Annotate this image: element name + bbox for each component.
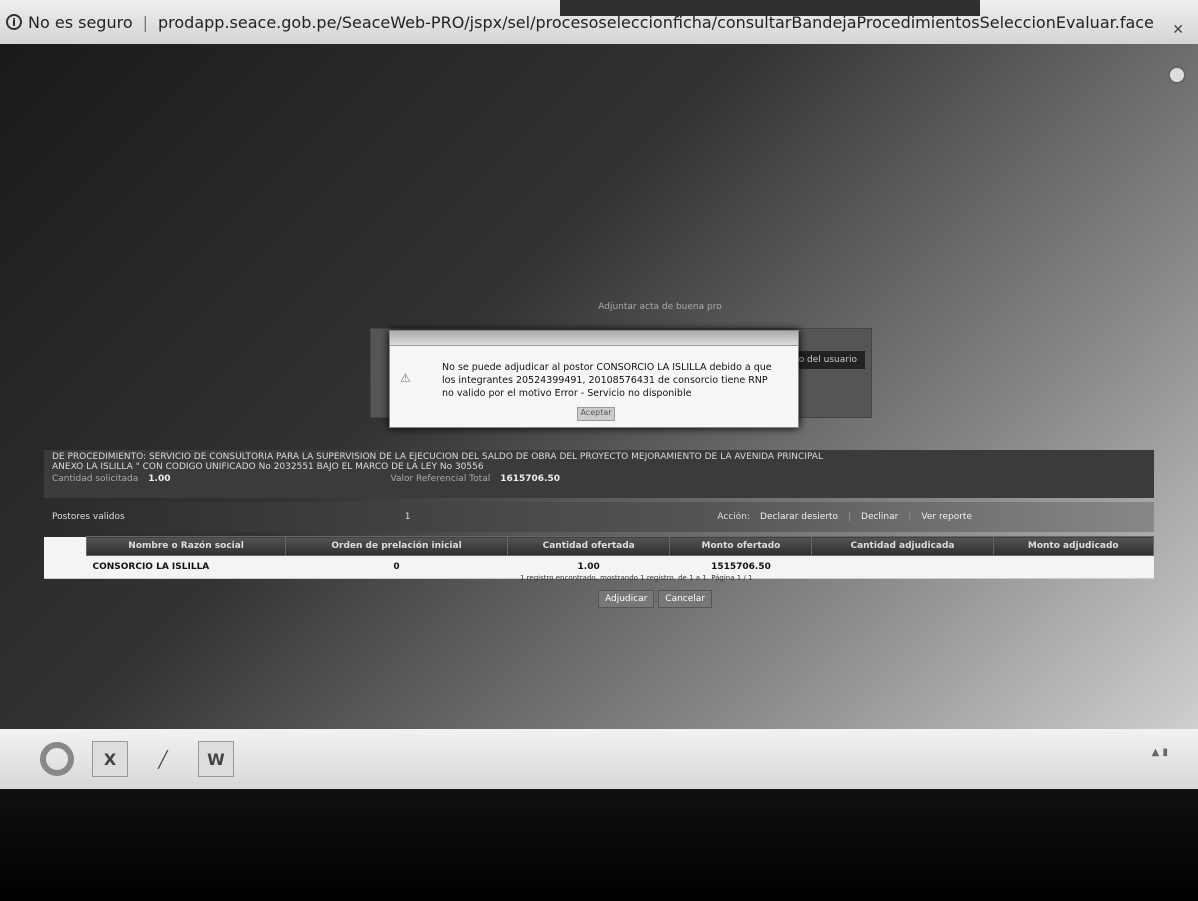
postores-table: Nombre o Razón social Orden de prelación… bbox=[44, 536, 1154, 579]
postores-count: 1 bbox=[404, 512, 411, 522]
taskbar: X ╱ W ▲ ▮ bbox=[0, 729, 1198, 789]
cell-cant-adj[interactable] bbox=[811, 555, 993, 579]
word-icon[interactable]: W bbox=[198, 741, 234, 777]
button-row: Adjudicar Cancelar bbox=[598, 590, 713, 608]
actions-group: Acción: Declarar desierto | Declinar | V… bbox=[717, 510, 976, 524]
warning-icon: ⚠ bbox=[400, 371, 411, 385]
user-button[interactable]: o del usuario bbox=[790, 351, 865, 369]
row-selector-header bbox=[44, 536, 87, 556]
system-tray: ▲ ▮ bbox=[1151, 747, 1168, 758]
close-icon[interactable]: ✕ bbox=[1172, 22, 1184, 38]
action-bar: Postores validos 1 Acción: Declarar desi… bbox=[44, 502, 1154, 532]
cell-monto-adj[interactable] bbox=[993, 555, 1154, 579]
declarar-desierto-button[interactable]: Declarar desierto bbox=[756, 510, 842, 524]
accion-label: Acción: bbox=[717, 512, 751, 522]
cell-orden: 0 bbox=[285, 555, 508, 579]
separator: | bbox=[847, 512, 852, 522]
chrome-icon[interactable] bbox=[40, 742, 74, 776]
excel-icon[interactable]: X bbox=[92, 741, 128, 777]
dialog-header bbox=[390, 331, 798, 346]
col-header-monto-adj: Monto adjudicado bbox=[992, 536, 1154, 556]
process-description: DE PROCEDIMIENTO: SERVICIO DE CONSULTORI… bbox=[52, 452, 823, 462]
error-dialog: ⚠ No se puede adjudicar al postor CONSOR… bbox=[389, 330, 799, 428]
postores-label: Postores validos bbox=[52, 512, 125, 522]
ver-reporte-button[interactable]: Ver reporte bbox=[917, 510, 976, 524]
declinar-button[interactable]: Declinar bbox=[857, 510, 902, 524]
separator: | bbox=[908, 512, 912, 522]
paint-icon[interactable]: ╱ bbox=[146, 742, 180, 776]
info-icon[interactable]: i bbox=[6, 14, 22, 30]
process-description-cont: ANEXO LA ISLILLA " CON CODIGO UNIFICADO … bbox=[52, 462, 484, 472]
dialog-ok-button[interactable]: Aceptar bbox=[577, 407, 615, 421]
separator: | bbox=[142, 12, 148, 32]
process-info: DE PROCEDIMIENTO: SERVICIO DE CONSULTORI… bbox=[44, 450, 1154, 498]
acta-title: Adjuntar acta de buena pro bbox=[598, 302, 722, 312]
col-header-cant-adj: Cantidad adjudicada bbox=[811, 536, 994, 556]
cantidad-value: 1.00 bbox=[148, 474, 171, 484]
cantidad-label: Cantidad solicitada bbox=[52, 474, 139, 484]
monitor-bezel bbox=[0, 789, 1198, 901]
col-header-orden: Orden de prelación inicial bbox=[285, 536, 508, 556]
row-selector[interactable] bbox=[44, 555, 87, 579]
col-header-cantidad: Cantidad ofertada bbox=[506, 536, 671, 556]
tab-strip bbox=[560, 0, 980, 16]
dialog-message: No se puede adjudicar al postor CONSORCI… bbox=[442, 362, 772, 399]
profile-icon[interactable] bbox=[1168, 66, 1186, 84]
cell-nombre: CONSORCIO LA ISLILLA bbox=[86, 555, 286, 579]
adjudicar-button[interactable]: Adjudicar bbox=[598, 590, 655, 608]
cancelar-button[interactable]: Cancelar bbox=[658, 590, 713, 608]
col-header-monto: Monto ofertado bbox=[669, 536, 813, 556]
col-header-nombre: Nombre o Razón social bbox=[85, 536, 287, 556]
pager-text: 1 registro encontrado, mostrando 1 regis… bbox=[520, 574, 753, 582]
security-label: No es seguro bbox=[28, 12, 133, 32]
valor-label: Valor Referencial Total bbox=[390, 474, 491, 484]
valor-value: 1615706.50 bbox=[500, 474, 560, 484]
